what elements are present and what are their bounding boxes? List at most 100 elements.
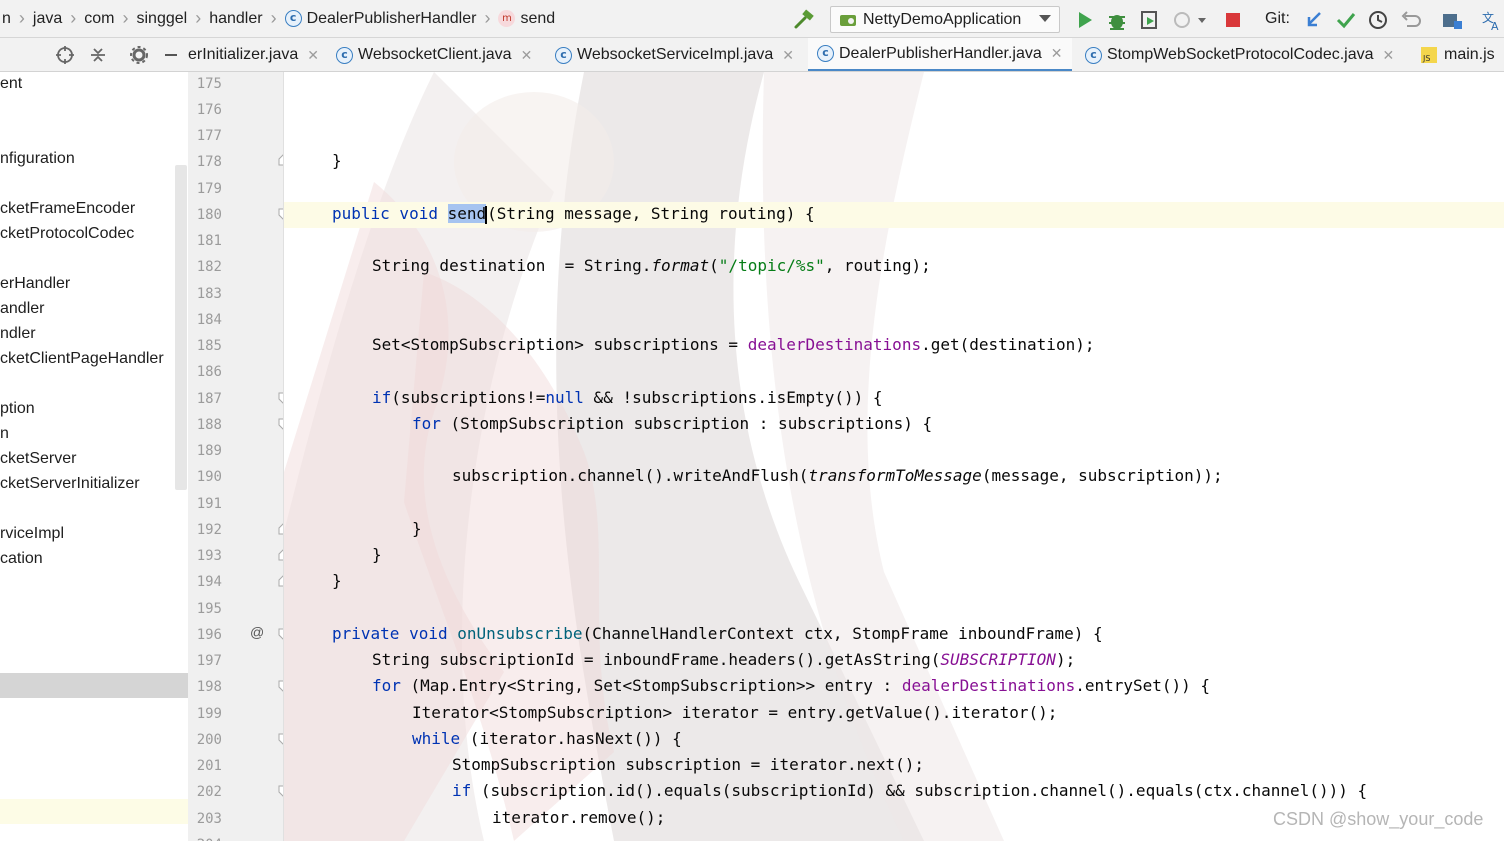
code-line[interactable]: String destination = String.format("/top… [372, 253, 931, 279]
close-icon[interactable]: ✕ [782, 47, 794, 64]
code-line[interactable]: private void onUnsubscribe(ChannelHandle… [332, 621, 1103, 647]
close-icon[interactable]: ✕ [521, 47, 533, 64]
close-icon[interactable]: ✕ [1051, 45, 1063, 62]
code-line[interactable]: StompSubscription subscription = iterato… [452, 752, 924, 778]
breadcrumb-label: n [2, 9, 11, 27]
breadcrumb-item[interactable]: handler [207, 0, 264, 38]
code-token: (iterator.hasNext()) { [460, 729, 682, 748]
run-configuration-select[interactable]: NettyDemoApplication [830, 6, 1060, 33]
tree-item[interactable]: ndler [0, 325, 36, 343]
java-class-icon: c [336, 46, 353, 64]
code-token: subscription.channel().writeAndFlush( [452, 466, 809, 485]
code-line[interactable]: if(subscriptions!=null && !subscriptions… [372, 385, 883, 411]
line-number: 194 [196, 574, 222, 590]
line-number: 183 [196, 286, 222, 302]
code-line[interactable]: public void send(String message, String … [332, 201, 815, 227]
code-line[interactable]: for (StompSubscription subscription : su… [412, 411, 932, 437]
tab-editor-file[interactable]: c WebsocketClient.java ✕ [336, 38, 533, 71]
tab-editor-file-active[interactable]: c DealerPublisherHandler.java ✕ [808, 38, 1072, 71]
tree-item[interactable]: rviceImpl [0, 525, 64, 543]
minimize-icon[interactable] [161, 45, 181, 65]
code-token: ( [709, 256, 719, 275]
git-rollback-icon[interactable] [1399, 9, 1421, 31]
code-token: } [332, 151, 342, 170]
panel-scrollbar[interactable] [175, 165, 187, 490]
field-token: dealerDestinations [747, 335, 922, 354]
git-update-icon[interactable] [1303, 9, 1325, 31]
code-line[interactable]: iterator.remove(); [492, 805, 665, 831]
breadcrumb-item[interactable]: n [0, 0, 13, 38]
line-number: 198 [196, 679, 222, 695]
code-line[interactable]: Set<StompSubscription> subscriptions = d… [372, 332, 1094, 358]
breadcrumb-item[interactable]: singgel [135, 0, 190, 38]
breadcrumb-label: singgel [136, 9, 188, 27]
translate-icon[interactable]: 文A [1481, 9, 1503, 31]
build-hammer-icon[interactable] [793, 9, 815, 31]
breadcrumb-item[interactable]: com [82, 0, 116, 38]
tree-item[interactable]: cketProtocolCodec [0, 225, 134, 243]
git-history-icon[interactable] [1367, 9, 1389, 31]
tree-item[interactable]: andler [0, 300, 44, 318]
tree-item[interactable]: nfiguration [0, 150, 75, 168]
code-token: StompSubscription subscription = iterato… [452, 755, 925, 774]
field-token: dealerDestinations [901, 676, 1076, 695]
tree-item[interactable]: ent [0, 75, 22, 93]
code-editor[interactable]: } public void send(String message, Strin… [284, 72, 1504, 841]
tree-item[interactable]: cation [0, 550, 43, 568]
code-line[interactable]: } [332, 568, 342, 594]
code-token: (Map.Entry<String, Set<StompSubscription… [400, 676, 902, 695]
code-line[interactable]: subscription.channel().writeAndFlush(tra… [452, 463, 1223, 489]
breadcrumb-item[interactable]: c DealerPublisherHandler [283, 0, 479, 38]
line-number: 180 [196, 207, 222, 223]
annotation-marker-icon[interactable]: @ [250, 624, 264, 640]
debug-icon[interactable] [1106, 9, 1128, 31]
keyword-token: private void [332, 624, 448, 643]
code-line[interactable]: if (subscription.id().equals(subscriptio… [452, 778, 1367, 804]
git-label: Git: [1265, 10, 1290, 27]
tree-item[interactable]: cketServerInitializer [0, 475, 140, 493]
code-line[interactable]: while (iterator.hasNext()) { [412, 726, 682, 752]
collapse-all-icon[interactable] [88, 45, 108, 65]
code-line[interactable]: } [372, 542, 382, 568]
navigation-bar: n › java › com › singgel › handler › c De… [0, 0, 1504, 38]
tree-item[interactable]: erHandler [0, 275, 70, 293]
tab-editor-file[interactable]: c WebsocketServiceImpl.java ✕ [555, 38, 794, 71]
breadcrumb-item[interactable]: java [31, 0, 64, 38]
tree-item[interactable]: ption [0, 400, 35, 418]
tab-editor-file[interactable]: erInitializer.java ✕ [188, 38, 319, 71]
project-structure-icon[interactable] [1441, 9, 1463, 31]
static-method-token: format [651, 256, 710, 275]
locate-target-icon[interactable] [55, 45, 75, 65]
tree-item[interactable]: cketFrameEncoder [0, 200, 135, 218]
line-number: 193 [196, 548, 222, 564]
code-line[interactable]: } [412, 516, 422, 542]
code-line[interactable]: String subscriptionId = inboundFrame.hea… [372, 647, 1075, 673]
code-line[interactable]: } [332, 148, 342, 174]
breadcrumb-item[interactable]: m send [496, 0, 557, 38]
tab-editor-file[interactable]: JS main.js [1420, 38, 1495, 71]
tree-item[interactable]: cketClientPageHandler [0, 350, 164, 368]
code-token: iterator.remove(); [492, 808, 666, 827]
close-icon[interactable]: ✕ [1383, 47, 1395, 64]
tree-selected-row[interactable] [0, 673, 188, 698]
close-icon[interactable]: ✕ [307, 47, 319, 64]
tree-item[interactable]: n [0, 425, 9, 443]
profiler-icon[interactable] [1172, 9, 1208, 31]
keyword-token: for [412, 414, 441, 433]
run-with-coverage-icon[interactable] [1138, 9, 1160, 31]
method-icon: m [498, 10, 516, 27]
gear-icon[interactable] [129, 45, 149, 65]
tab-editor-file[interactable]: c StompWebSocketProtocolCodec.java ✕ [1085, 38, 1395, 71]
code-line[interactable]: for (Map.Entry<String, Set<StompSubscrip… [372, 673, 1210, 699]
editor-tab-bar: erInitializer.java ✕ c WebsocketClient.jav… [0, 38, 1504, 72]
git-commit-icon[interactable] [1335, 9, 1357, 31]
code-line[interactable]: Iterator<StompSubscription> iterator = e… [412, 700, 1057, 726]
java-class-icon: c [555, 46, 572, 64]
stop-icon[interactable] [1222, 9, 1244, 31]
tree-item[interactable]: cketServer [0, 450, 76, 468]
breadcrumb-label: send [520, 9, 556, 27]
run-icon[interactable] [1074, 9, 1096, 31]
code-token: } [372, 545, 382, 564]
code-token: } [412, 519, 422, 538]
keyword-token: public void [332, 204, 438, 223]
